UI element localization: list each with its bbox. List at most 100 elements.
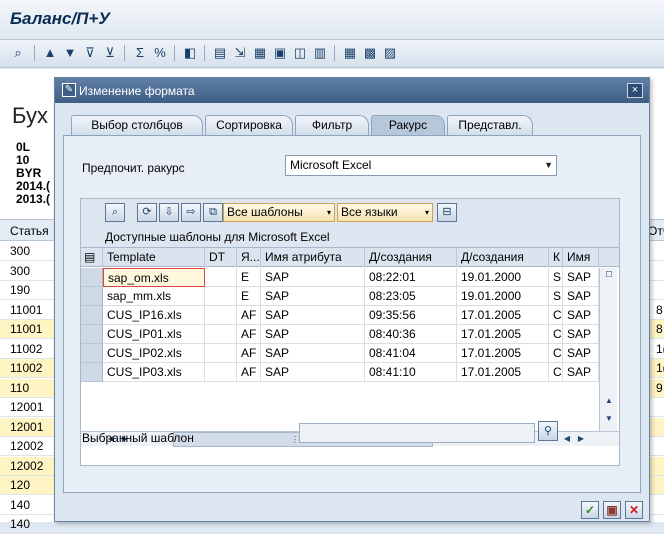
export-template-button[interactable]: ⇨ — [181, 203, 201, 222]
cancel-button[interactable]: ✕ — [625, 501, 643, 519]
cell-created-date[interactable]: 17.01.2005 — [457, 363, 549, 382]
cell-created-date[interactable]: 19.01.2000 — [457, 287, 549, 306]
column-template[interactable]: Template — [103, 248, 205, 267]
cell-language[interactable]: E — [237, 268, 261, 287]
find-icon[interactable]: ⌕ — [10, 45, 26, 61]
cell-attribute-name[interactable]: SAP — [261, 325, 365, 344]
filter-delete-icon[interactable]: ⊻ — [102, 45, 118, 61]
subtotal-icon[interactable]: % — [152, 45, 168, 61]
close-button[interactable]: × — [627, 83, 643, 98]
cell-language[interactable]: AF — [237, 306, 261, 325]
column-settings-icon[interactable]: ▤ — [81, 248, 103, 267]
vertical-scrollbar[interactable]: ☐ ▲ ▼ — [599, 268, 617, 432]
cell-name[interactable]: SAP — [563, 287, 599, 306]
cell-created-time[interactable]: 08:41:10 — [365, 363, 457, 382]
layout-save-icon[interactable]: ▨ — [382, 45, 398, 61]
selected-template-field[interactable] — [299, 423, 535, 443]
details-button[interactable]: ⌕ — [105, 203, 125, 222]
cell-name[interactable]: SAP — [563, 325, 599, 344]
cell-template[interactable]: CUS_IP16.xls — [103, 306, 205, 325]
scroll-down-icon[interactable]: ▼ — [601, 412, 617, 426]
copy-template-button[interactable]: ⧉ — [203, 203, 223, 222]
table-row[interactable]: sap_om.xls E SAP 08:22:01 19.01.2000 S SAP — [81, 268, 619, 287]
table-row[interactable]: CUS_IP03.xls AF SAP 08:41:10 17.01.2005 C SAP — [81, 363, 619, 382]
cell-created-date[interactable]: 17.01.2005 — [457, 306, 549, 325]
cell-created-time[interactable]: 09:35:56 — [365, 306, 457, 325]
row-selector[interactable] — [81, 344, 103, 363]
cell-created-date[interactable]: 19.01.2000 — [457, 268, 549, 287]
cell-created-date[interactable]: 17.01.2005 — [457, 344, 549, 363]
cell-template[interactable]: CUS_IP03.xls — [103, 363, 205, 382]
column-attribute-name[interactable]: Имя атрибута — [261, 248, 365, 267]
word-processing-icon[interactable]: ▣ — [272, 45, 288, 61]
row-selector[interactable] — [81, 325, 103, 344]
cell-attribute-name[interactable]: SAP — [261, 287, 365, 306]
column-header-report[interactable]: Отч — [648, 224, 664, 238]
cell-k[interactable]: C — [549, 325, 563, 344]
table-row[interactable]: CUS_IP16.xls AF SAP 09:35:56 17.01.2005 C SAP — [81, 306, 619, 325]
cell-template[interactable]: CUS_IP02.xls — [103, 344, 205, 363]
cell-k[interactable]: S — [549, 268, 563, 287]
cell-name[interactable]: SAP — [563, 268, 599, 287]
scroll-up-icon[interactable]: ▲ — [601, 394, 617, 408]
cell-dt[interactable] — [205, 268, 237, 287]
tab-display[interactable]: Представл. — [447, 115, 533, 135]
cell-language[interactable]: AF — [237, 363, 261, 382]
tab-view[interactable]: Ракурс — [371, 115, 445, 135]
sort-ascending-icon[interactable]: ▲ — [42, 45, 58, 61]
cell-created-time[interactable]: 08:40:36 — [365, 325, 457, 344]
refresh-button[interactable]: ⟳ — [137, 203, 157, 222]
cell-attribute-name[interactable]: SAP — [261, 306, 365, 325]
cell-k[interactable]: C — [549, 363, 563, 382]
sort-descending-icon[interactable]: ▼ — [62, 45, 78, 61]
column-header-article[interactable]: Статья — [10, 224, 49, 238]
cell-k[interactable]: S — [549, 287, 563, 306]
local-file-icon[interactable]: ◫ — [292, 45, 308, 61]
cell-language[interactable]: AF — [237, 325, 261, 344]
cell-language[interactable]: E — [237, 287, 261, 306]
column-k[interactable]: К — [549, 248, 563, 267]
cell-attribute-name[interactable]: SAP — [261, 344, 365, 363]
column-dt[interactable]: DT — [205, 248, 237, 267]
cell-language[interactable]: AF — [237, 344, 261, 363]
cell-name[interactable]: SAP — [563, 363, 599, 382]
scroll-top-icon[interactable]: ☐ — [601, 268, 617, 282]
print-icon[interactable]: ▤ — [212, 45, 228, 61]
spreadsheet-icon[interactable]: ▦ — [252, 45, 268, 61]
cell-created-time[interactable]: 08:23:05 — [365, 287, 457, 306]
search-help-button[interactable]: ⚲ — [538, 421, 558, 441]
preferred-view-select[interactable]: Microsoft Excel ▼ — [285, 155, 557, 176]
cell-attribute-name[interactable]: SAP — [261, 268, 365, 287]
tab-column-selection[interactable]: Выбор столбцов — [71, 115, 203, 135]
column-name[interactable]: Имя — [563, 248, 599, 267]
details-icon[interactable]: ◧ — [182, 45, 198, 61]
cell-template[interactable]: sap_mm.xls — [103, 287, 205, 306]
cell-dt[interactable] — [205, 287, 237, 306]
sum-icon[interactable]: Σ — [132, 45, 148, 61]
graphic-icon[interactable]: ▥ — [312, 45, 328, 61]
tab-sorting[interactable]: Сортировка — [205, 115, 293, 135]
cell-created-date[interactable]: 17.01.2005 — [457, 325, 549, 344]
cell-created-time[interactable]: 08:22:01 — [365, 268, 457, 287]
tab-filter[interactable]: Фильтр — [295, 115, 369, 135]
cell-k[interactable]: C — [549, 306, 563, 325]
templates-filter-dropdown[interactable]: Все шаблоны ▾ — [223, 203, 335, 222]
layout-choose-icon[interactable]: ▦ — [342, 45, 358, 61]
column-language[interactable]: Я... — [237, 248, 261, 267]
layout-change-icon[interactable]: ▩ — [362, 45, 378, 61]
cell-attribute-name[interactable]: SAP — [261, 363, 365, 382]
table-row[interactable]: sap_mm.xls E SAP 08:23:05 19.01.2000 S SAP — [81, 287, 619, 306]
export-icon[interactable]: ⇲ — [232, 45, 248, 61]
table-row[interactable]: CUS_IP02.xls AF SAP 08:41:04 17.01.2005 C SAP — [81, 344, 619, 363]
cell-template[interactable]: sap_om.xls — [103, 268, 205, 287]
cell-dt[interactable] — [205, 325, 237, 344]
cell-k[interactable]: C — [549, 344, 563, 363]
row-selector[interactable] — [81, 268, 103, 287]
cell-dt[interactable] — [205, 306, 237, 325]
cell-name[interactable]: SAP — [563, 344, 599, 363]
table-row[interactable]: CUS_IP01.xls AF SAP 08:40:36 17.01.2005 C SAP — [81, 325, 619, 344]
row-selector[interactable] — [81, 306, 103, 325]
column-created-time[interactable]: Д/создания — [365, 248, 457, 267]
scroll-left-icon[interactable]: ◀ — [561, 432, 573, 447]
row-selector[interactable] — [81, 287, 103, 306]
